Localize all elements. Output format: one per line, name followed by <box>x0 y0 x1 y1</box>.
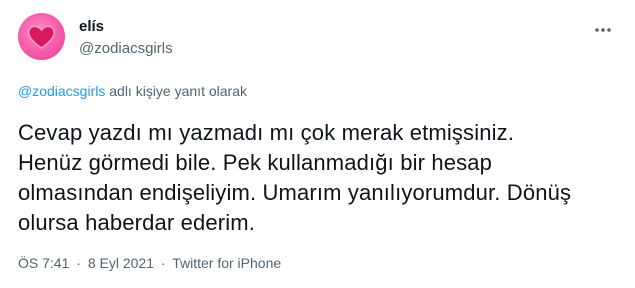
tweet: elís @zodiacsgirls @zodiacsgirls adlı ki… <box>0 0 635 288</box>
tweet-text-line: Cevap yazdı mı yazmadı mı çok merak etmi… <box>18 120 515 145</box>
reply-mention-link[interactable]: @zodiacsgirls <box>18 83 105 99</box>
tweet-text: Cevap yazdı mı yazmadı mı çok merak etmi… <box>18 118 623 238</box>
tweet-text-line: olmasından endişeliyim. Umarım yanılıyor… <box>18 180 572 205</box>
avatar[interactable] <box>18 13 65 60</box>
tweet-text-line: Henüz görmedi bile. Pek kullanmadığı bir… <box>18 150 493 175</box>
reply-context-label: adlı kişiye yanıt olarak <box>109 83 247 99</box>
tweet-meta: ÖS 7:41 · 8 Eyl 2021 · Twitter for iPhon… <box>18 255 281 271</box>
reply-context: @zodiacsgirls adlı kişiye yanıt olarak <box>18 83 247 99</box>
tweet-time[interactable]: ÖS 7:41 <box>18 255 69 271</box>
meta-separator: · <box>76 255 81 271</box>
tweet-source[interactable]: Twitter for iPhone <box>172 255 281 271</box>
meta-separator: · <box>160 255 166 271</box>
tweet-text-line: olursa haberdar ederim. <box>18 210 256 235</box>
more-icon[interactable] <box>588 20 618 40</box>
user-handle[interactable]: @zodiacsgirls <box>79 40 173 57</box>
tweet-date[interactable]: 8 Eyl 2021 <box>88 255 154 271</box>
heart-icon <box>27 25 56 49</box>
display-name[interactable]: elís <box>79 18 104 35</box>
